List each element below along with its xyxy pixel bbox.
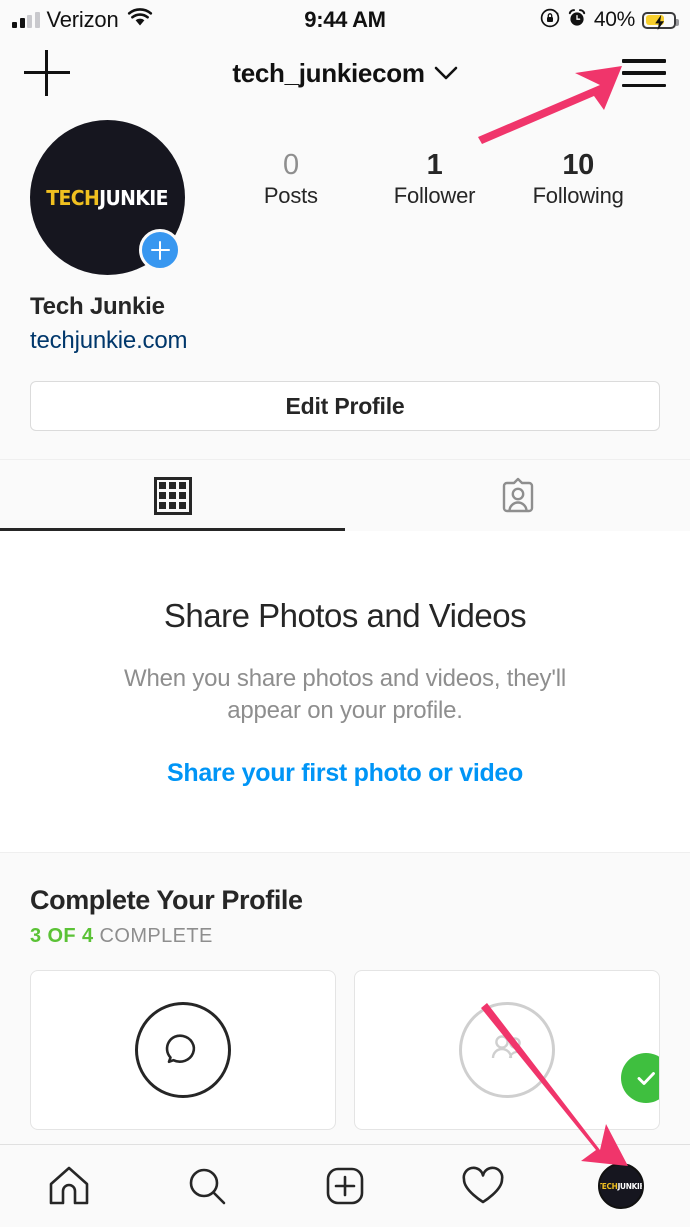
progress-label: COMPLETE	[99, 925, 213, 948]
people-card-ring	[459, 1002, 555, 1099]
search-icon	[189, 1168, 226, 1205]
status-bar-left: Verizon	[12, 7, 153, 33]
nav-home[interactable]	[0, 1163, 138, 1209]
followers-count: 1	[426, 149, 443, 181]
website-link[interactable]: techjunkie.com	[30, 327, 187, 355]
nav-logo-tech: TECH	[598, 1181, 618, 1191]
complete-profile-section: Complete Your Profile 3 OF 4 COMPLETE	[0, 852, 690, 1131]
techjunkie-logo: TECHJUNKIE	[47, 186, 169, 210]
complete-profile-cards	[30, 970, 660, 1131]
nav-add[interactable]	[276, 1163, 414, 1209]
empty-state-description: When you share photos and videos, they'l…	[124, 665, 566, 724]
grid-icon	[153, 476, 192, 515]
heart-icon	[462, 1166, 504, 1204]
hamburger-menu-icon[interactable]	[622, 59, 666, 87]
signal-strength-icon	[12, 12, 40, 28]
wifi-icon	[127, 8, 153, 32]
status-bar: Verizon 9:44 AM 40%	[0, 0, 690, 40]
progress-count: 3 OF 4	[30, 925, 94, 948]
logo-junkie: JUNKIE	[99, 185, 169, 210]
complete-profile-progress: 3 OF 4 COMPLETE	[30, 925, 660, 948]
profile-avatar-icon: TECHJUNKIE	[598, 1163, 644, 1209]
check-icon	[637, 1072, 655, 1086]
nav-profile[interactable]: TECHJUNKIE	[552, 1163, 690, 1209]
stat-followers[interactable]: 1 Follower	[388, 148, 480, 209]
add-story-plus-icon[interactable]	[139, 229, 181, 271]
carrier-label: Verizon	[46, 7, 119, 32]
share-first-photo-link[interactable]: Share your first photo or video	[167, 759, 523, 788]
bio-card-ring	[135, 1002, 231, 1099]
empty-feed-state: Share Photos and Videos When you share p…	[0, 531, 690, 853]
posts-count: 0	[282, 149, 299, 181]
stat-following[interactable]: 10 Following	[532, 148, 624, 209]
nav-activity[interactable]	[414, 1163, 552, 1209]
add-post-icon[interactable]	[24, 50, 70, 96]
completed-check-badge	[621, 1053, 659, 1104]
posts-label: Posts	[263, 183, 318, 209]
profile-stats: 0 Posts 1 Follower 10 Following	[185, 120, 660, 209]
people-icon	[491, 1035, 525, 1059]
person-card-icon	[502, 477, 533, 512]
app-header: tech_junkiecom	[0, 40, 690, 106]
nav-search[interactable]	[138, 1163, 276, 1209]
chevron-down-icon	[434, 66, 457, 79]
complete-profile-title: Complete Your Profile	[30, 885, 303, 916]
logo-tech: TECH	[46, 185, 100, 210]
bottom-navigation-bar: TECHJUNKIE	[0, 1144, 690, 1227]
add-bio-card[interactable]	[30, 970, 336, 1131]
profile-tabs	[0, 459, 690, 531]
status-bar-right: 40%	[540, 8, 679, 33]
profile-section: TECHJUNKIE 0 Posts 1 Follower 10 Followi…	[0, 106, 690, 531]
plus-square-icon	[326, 1167, 364, 1205]
rotation-lock-icon	[540, 8, 560, 33]
following-count: 10	[562, 149, 594, 181]
following-label: Following	[532, 183, 624, 209]
empty-state-title: Share Photos and Videos	[163, 597, 527, 634]
avatar[interactable]: TECHJUNKIE	[30, 120, 185, 275]
profile-header-row: TECHJUNKIE 0 Posts 1 Follower 10 Followi…	[0, 120, 690, 275]
battery-icon	[642, 11, 679, 30]
alarm-clock-icon	[567, 8, 587, 33]
home-icon	[49, 1166, 89, 1205]
profile-username-dropdown[interactable]: tech_junkiecom	[0, 58, 690, 89]
followers-label: Follower	[393, 183, 476, 209]
tab-tagged[interactable]	[345, 460, 690, 531]
tab-grid[interactable]	[0, 460, 345, 531]
find-people-card[interactable]	[354, 970, 660, 1131]
stat-posts[interactable]: 0 Posts	[245, 148, 337, 209]
profile-bio: Tech Junkie techjunkie.com	[0, 275, 690, 355]
username-label: tech_junkiecom	[232, 57, 425, 88]
nav-techjunkie-logo: TECHJUNKIE	[598, 1181, 644, 1191]
display-name: Tech Junkie	[30, 293, 165, 320]
instagram-profile-screen: Verizon 9:44 AM 40% tech_junkiecom TECHJ…	[0, 0, 690, 1227]
battery-percent-label: 40%	[593, 8, 635, 31]
nav-logo-junkie: JUNKIE	[617, 1181, 644, 1191]
speech-bubble-icon	[165, 1034, 196, 1064]
edit-profile-button[interactable]: Edit Profile	[30, 381, 660, 431]
